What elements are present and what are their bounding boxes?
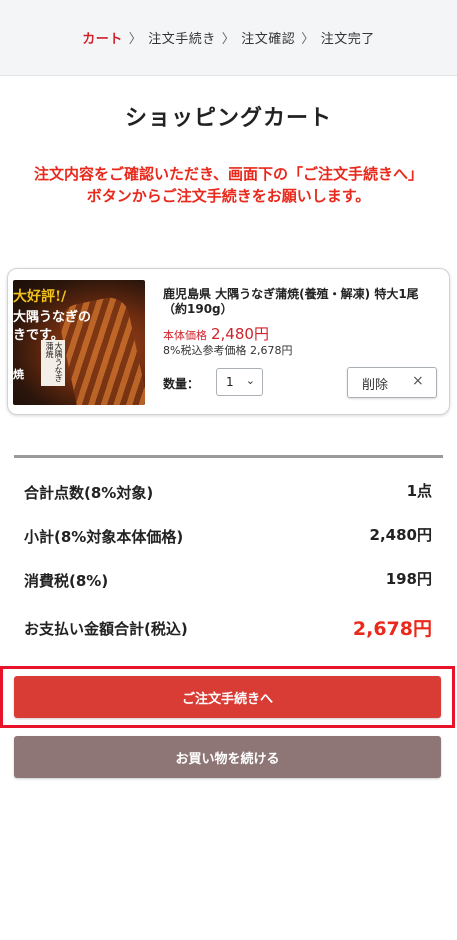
step-order-procedure: 注文手続き — [148, 32, 216, 47]
summary-subtotal-row: 小計(8%対象本体価格) 2,480円 — [24, 524, 432, 548]
delete-button-label: 削除 — [362, 378, 389, 393]
summary-total-row: お支払い金額合計(税込) 2,678円 — [24, 616, 432, 640]
summary-count-row: 合計点数(8%対象) 1点 — [24, 480, 432, 504]
page-title: ショッピングカート — [124, 106, 332, 131]
step-cart: カート — [82, 32, 123, 47]
cart-item-card: 大好評!/ 大隅うなぎの きです。 焼 大隅うなぎ蒲焼 鹿児島県 大隅うなぎ蒲焼… — [7, 268, 450, 415]
quantity-value: 1 — [226, 375, 234, 389]
summary-subtotal-value: 2,480円 — [369, 526, 432, 544]
chevron-right-icon: 〉 — [128, 32, 143, 47]
summary-tax-row: 消費税(8%) 198円 — [24, 568, 432, 592]
quantity-label: 数量： — [163, 377, 200, 391]
summary-tax-label: 消費税(8%) — [24, 572, 109, 590]
close-icon: × — [412, 373, 424, 389]
tax-reference-price: 8%税込参考価格 2,678円 — [163, 344, 293, 357]
step-order-confirm: 注文確認 — [241, 32, 296, 47]
chevron-right-icon: 〉 — [221, 32, 236, 47]
summary-subtotal-label: 小計(8%対象本体価格) — [24, 528, 184, 546]
image-text-line: 大好評!/ — [13, 289, 67, 305]
checkout-button[interactable]: ご注文手続きへ — [14, 676, 441, 718]
step-order-complete: 注文完了 — [320, 32, 375, 47]
price-label: 本体価格 — [163, 329, 207, 342]
checkout-steps-breadcrumb: カート 〉 注文手続き 〉 注文確認 〉 注文完了 — [0, 0, 457, 76]
chevron-right-icon: 〉 — [301, 32, 315, 47]
summary-total-value: 2,678円 — [352, 618, 432, 640]
summary-total-label: お支払い金額合計(税込) — [24, 620, 188, 638]
chevron-down-icon: ⌄ — [245, 374, 255, 387]
image-text-line: 焼 — [13, 368, 24, 381]
quantity-select[interactable]: 1 ⌄ — [216, 368, 263, 396]
image-text-line: 大隅うなぎの — [13, 310, 92, 325]
cart-notice: 注文内容をご確認いただき、画面下の「ご注文手続きへ」ボタンからご注文手続きをお願… — [34, 165, 423, 205]
product-name-link[interactable]: 鹿児島県 大隅うなぎ蒲焼(養殖・解凍) 特大1尾（約190g） — [163, 287, 438, 317]
summary-count-label: 合計点数(8%対象) — [24, 484, 154, 502]
product-image[interactable]: 大好評!/ 大隅うなぎの きです。 焼 大隅うなぎ蒲焼 — [13, 280, 145, 405]
summary-count-value: 1点 — [406, 482, 432, 500]
delete-button[interactable]: 削除 × — [347, 367, 437, 398]
price-value: 2,480円 — [211, 325, 269, 343]
continue-shopping-button[interactable]: お買い物を続ける — [14, 736, 441, 778]
price-row: 本体価格 2,480円 — [163, 323, 269, 344]
summary-divider — [14, 455, 443, 458]
image-product-label: 大隅うなぎ蒲焼 — [41, 340, 65, 386]
summary-tax-value: 198円 — [385, 570, 432, 588]
